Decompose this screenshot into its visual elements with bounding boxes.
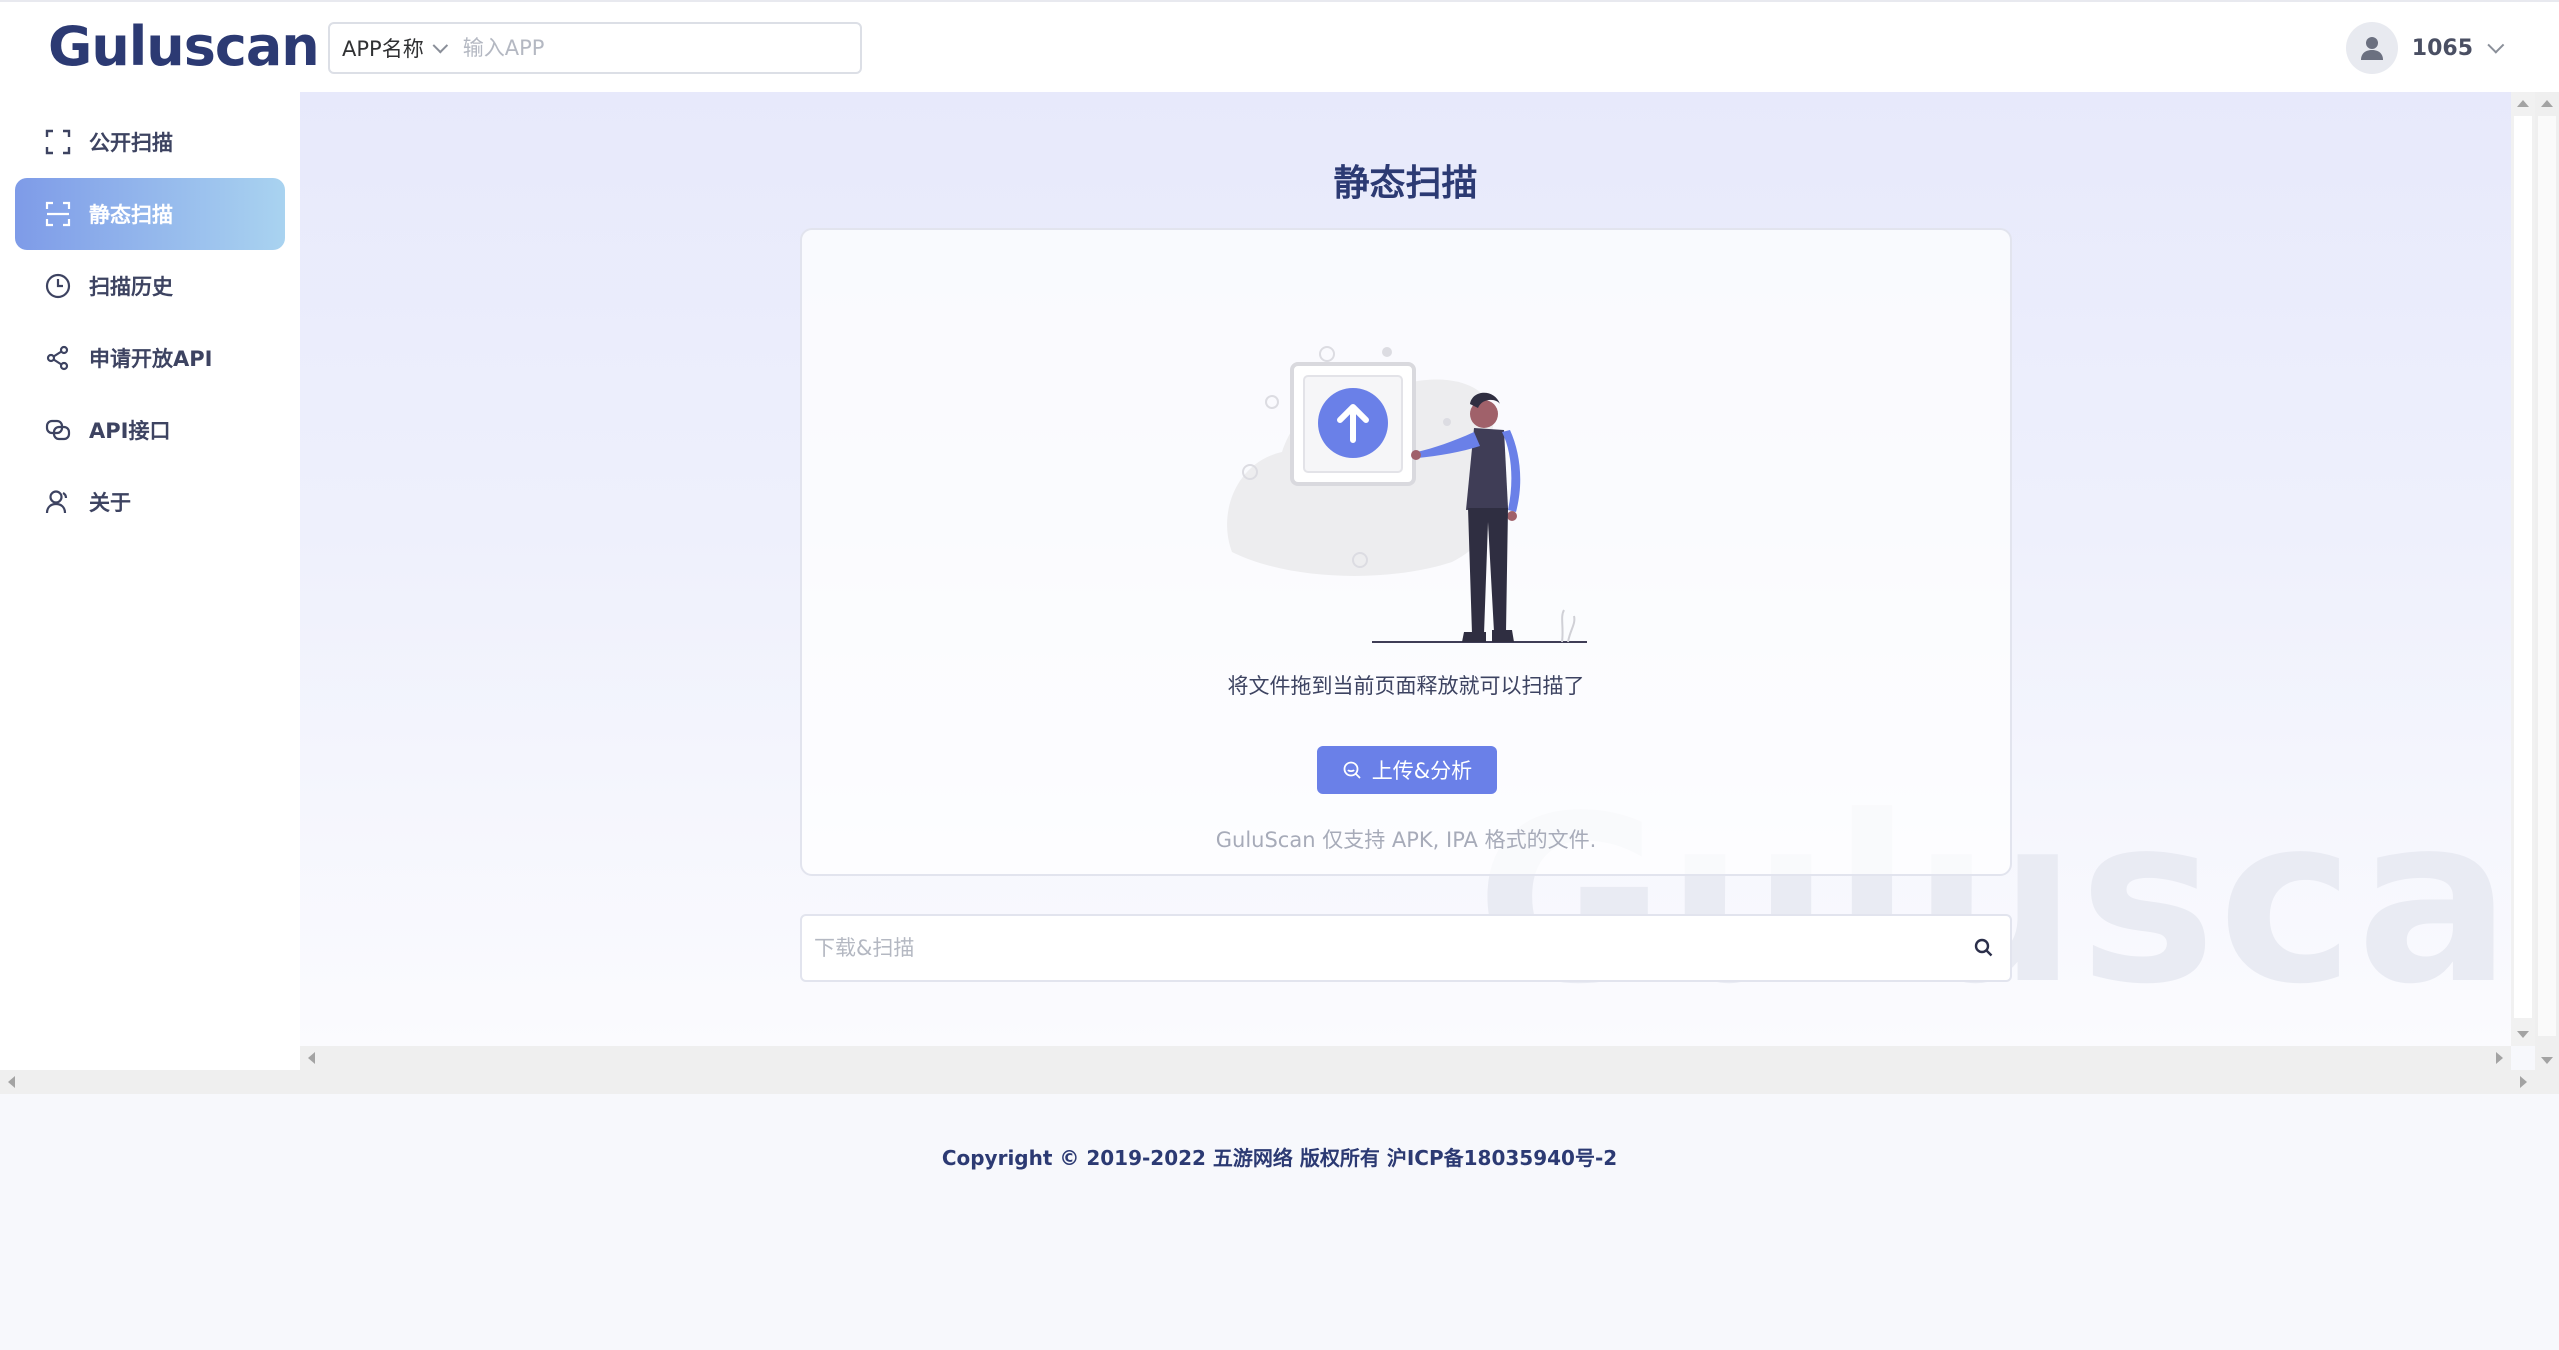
chevron-down-icon bbox=[432, 37, 448, 53]
app-logo[interactable]: Guluscan bbox=[48, 14, 320, 80]
share-icon bbox=[43, 343, 73, 373]
sidebar: 公开扫描 静态扫描 扫描历史 申请开放API API接口 关于 bbox=[0, 92, 300, 1070]
sidebar-item-label: 公开扫描 bbox=[89, 131, 173, 155]
scroll-left-arrow-icon[interactable] bbox=[308, 1052, 315, 1064]
scrollbar-thumb[interactable] bbox=[2514, 116, 2532, 1018]
scroll-up-arrow-icon[interactable] bbox=[2541, 100, 2553, 107]
sidebar-item-static-scan[interactable]: 静态扫描 bbox=[15, 178, 285, 250]
sidebar-item-label: 申请开放API bbox=[89, 347, 213, 371]
user-menu[interactable]: 1065 bbox=[2345, 22, 2505, 74]
scroll-down-arrow-icon[interactable] bbox=[2517, 1031, 2529, 1038]
sidebar-item-label: 扫描历史 bbox=[89, 275, 173, 299]
main-content: Guluscan 静态扫描 bbox=[300, 92, 2511, 1046]
search-icon bbox=[1974, 938, 1993, 957]
sidebar-item-about[interactable]: 关于 bbox=[15, 466, 285, 538]
scan-search-icon bbox=[1342, 760, 1362, 780]
clock-icon bbox=[43, 271, 73, 301]
top-header: Guluscan APP名称 1065 bbox=[0, 0, 2559, 92]
page-footer: Copyright © 2019-2022 五游网络 版权所有 沪ICP备180… bbox=[0, 1094, 2559, 1350]
scroll-down-arrow-icon[interactable] bbox=[2541, 1057, 2553, 1064]
scan-frame-icon bbox=[43, 127, 73, 157]
scroll-right-arrow-icon[interactable] bbox=[2520, 1076, 2527, 1088]
link-icon bbox=[43, 415, 73, 445]
sidebar-item-apply-api[interactable]: 申请开放API bbox=[15, 322, 285, 394]
user-name: 1065 bbox=[2411, 35, 2473, 61]
upload-illustration bbox=[1227, 346, 1587, 643]
sidebar-item-label: 关于 bbox=[89, 491, 131, 515]
scrollbar-thumb[interactable] bbox=[2538, 116, 2556, 1036]
page-horizontal-scrollbar[interactable] bbox=[0, 1070, 2535, 1094]
upload-button-label: 上传&分析 bbox=[1371, 759, 1473, 783]
app-search-group: APP名称 bbox=[328, 22, 862, 74]
main-vertical-scrollbar[interactable] bbox=[2511, 92, 2535, 1046]
scroll-left-arrow-icon[interactable] bbox=[8, 1076, 15, 1088]
scroll-right-arrow-icon[interactable] bbox=[2496, 1052, 2503, 1064]
avatar bbox=[2345, 22, 2398, 74]
download-scan-bar bbox=[800, 914, 2012, 982]
sidebar-item-scan-history[interactable]: 扫描历史 bbox=[15, 250, 285, 322]
sidebar-item-api[interactable]: API接口 bbox=[15, 394, 285, 466]
user-avatar-icon bbox=[2360, 37, 2383, 60]
app-search-input[interactable] bbox=[452, 24, 860, 72]
sidebar-item-label: API接口 bbox=[89, 419, 171, 443]
scroll-up-arrow-icon[interactable] bbox=[2517, 100, 2529, 107]
chevron-down-icon bbox=[2487, 36, 2505, 54]
upload-analyze-button[interactable]: 上传&分析 bbox=[1317, 746, 1497, 794]
scan-line-icon bbox=[43, 199, 73, 229]
user-icon bbox=[43, 487, 73, 517]
copyright-text: Copyright © 2019-2022 五游网络 版权所有 沪ICP备180… bbox=[941, 1146, 1618, 1170]
search-type-select[interactable]: APP名称 bbox=[330, 24, 453, 72]
sidebar-item-label: 静态扫描 bbox=[89, 203, 173, 227]
download-url-input[interactable] bbox=[802, 916, 1958, 980]
drop-hint-text: 将文件拖到当前页面释放就可以扫描了 bbox=[1227, 674, 1585, 698]
page-vertical-scrollbar[interactable] bbox=[2535, 92, 2559, 1094]
upload-dropzone[interactable]: 将文件拖到当前页面释放就可以扫描了 上传&分析 GuluScan 仅支持 APK… bbox=[800, 228, 2012, 876]
download-search-button[interactable] bbox=[1958, 916, 2010, 980]
sidebar-item-public-scan[interactable]: 公开扫描 bbox=[15, 106, 285, 178]
search-type-label: APP名称 bbox=[342, 37, 424, 61]
supported-formats-note: GuluScan 仅支持 APK, IPA 格式的文件. bbox=[1215, 828, 1597, 852]
main-horizontal-scrollbar[interactable] bbox=[300, 1046, 2511, 1070]
page-title: 静态扫描 bbox=[1333, 163, 1478, 204]
